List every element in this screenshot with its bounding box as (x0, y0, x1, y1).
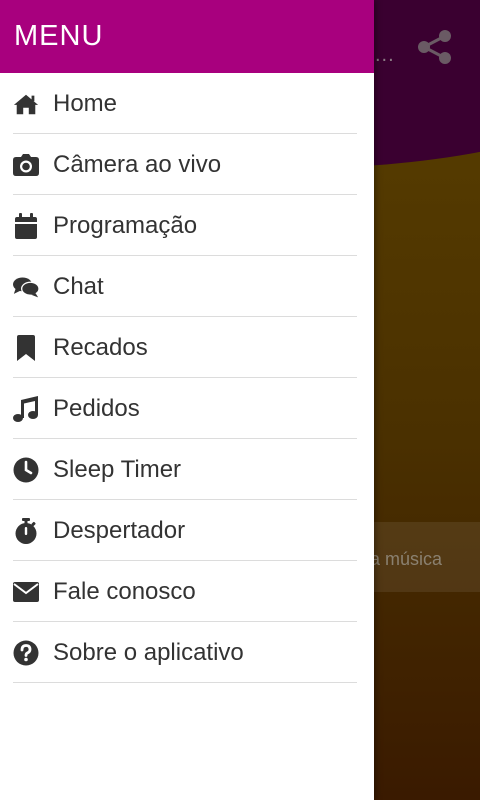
home-icon (13, 91, 39, 117)
envelope-icon (13, 579, 39, 605)
menu-item-label: Câmera ao vivo (53, 150, 222, 178)
menu-item-fale-conosco[interactable]: Fale conosco (13, 562, 357, 622)
stopwatch-icon (13, 517, 39, 544)
menu-item-camera[interactable]: Câmera ao vivo (13, 135, 357, 195)
navigation-drawer: MENU Home Câmera ao vivo Programação Cha… (0, 0, 374, 800)
drawer-title: MENU (14, 20, 104, 52)
calendar-icon (13, 212, 39, 239)
question-circle-icon (13, 640, 39, 666)
menu-item-label: Pedidos (53, 394, 140, 422)
menu-item-label: Despertador (53, 516, 186, 544)
camera-icon (13, 152, 39, 178)
menu-item-label: Home (53, 89, 118, 117)
menu-item-sleep-timer[interactable]: Sleep Timer (13, 440, 357, 500)
menu-item-despertador[interactable]: Despertador (13, 501, 357, 561)
menu-item-label: Programação (53, 211, 198, 239)
menu-item-label: Sobre o aplicativo (53, 638, 244, 666)
drawer-header: MENU (0, 0, 374, 73)
menu-item-label: Fale conosco (53, 577, 196, 605)
menu-item-home[interactable]: Home (13, 74, 357, 134)
menu-item-recados[interactable]: Recados (13, 318, 357, 378)
music-note-icon (13, 395, 39, 422)
menu-item-label: Sleep Timer (53, 455, 182, 483)
menu-item-programacao[interactable]: Programação (13, 196, 357, 256)
now-playing-text: a música (370, 549, 443, 569)
share-icon[interactable] (416, 28, 454, 66)
menu-list: Home Câmera ao vivo Programação Chat Rec… (0, 74, 374, 683)
menu-item-sobre[interactable]: Sobre o aplicativo (13, 623, 357, 683)
chat-icon (13, 274, 39, 300)
menu-item-pedidos[interactable]: Pedidos (13, 379, 357, 439)
bookmark-icon (13, 334, 39, 361)
menu-item-label: Chat (53, 272, 104, 300)
more-dots-icon[interactable]: ... (375, 44, 395, 67)
screen: ... a música MENU Home Câmera ao vivo Pr… (0, 0, 480, 800)
clock-icon (13, 457, 39, 483)
menu-item-label: Recados (53, 333, 148, 361)
menu-item-chat[interactable]: Chat (13, 257, 357, 317)
